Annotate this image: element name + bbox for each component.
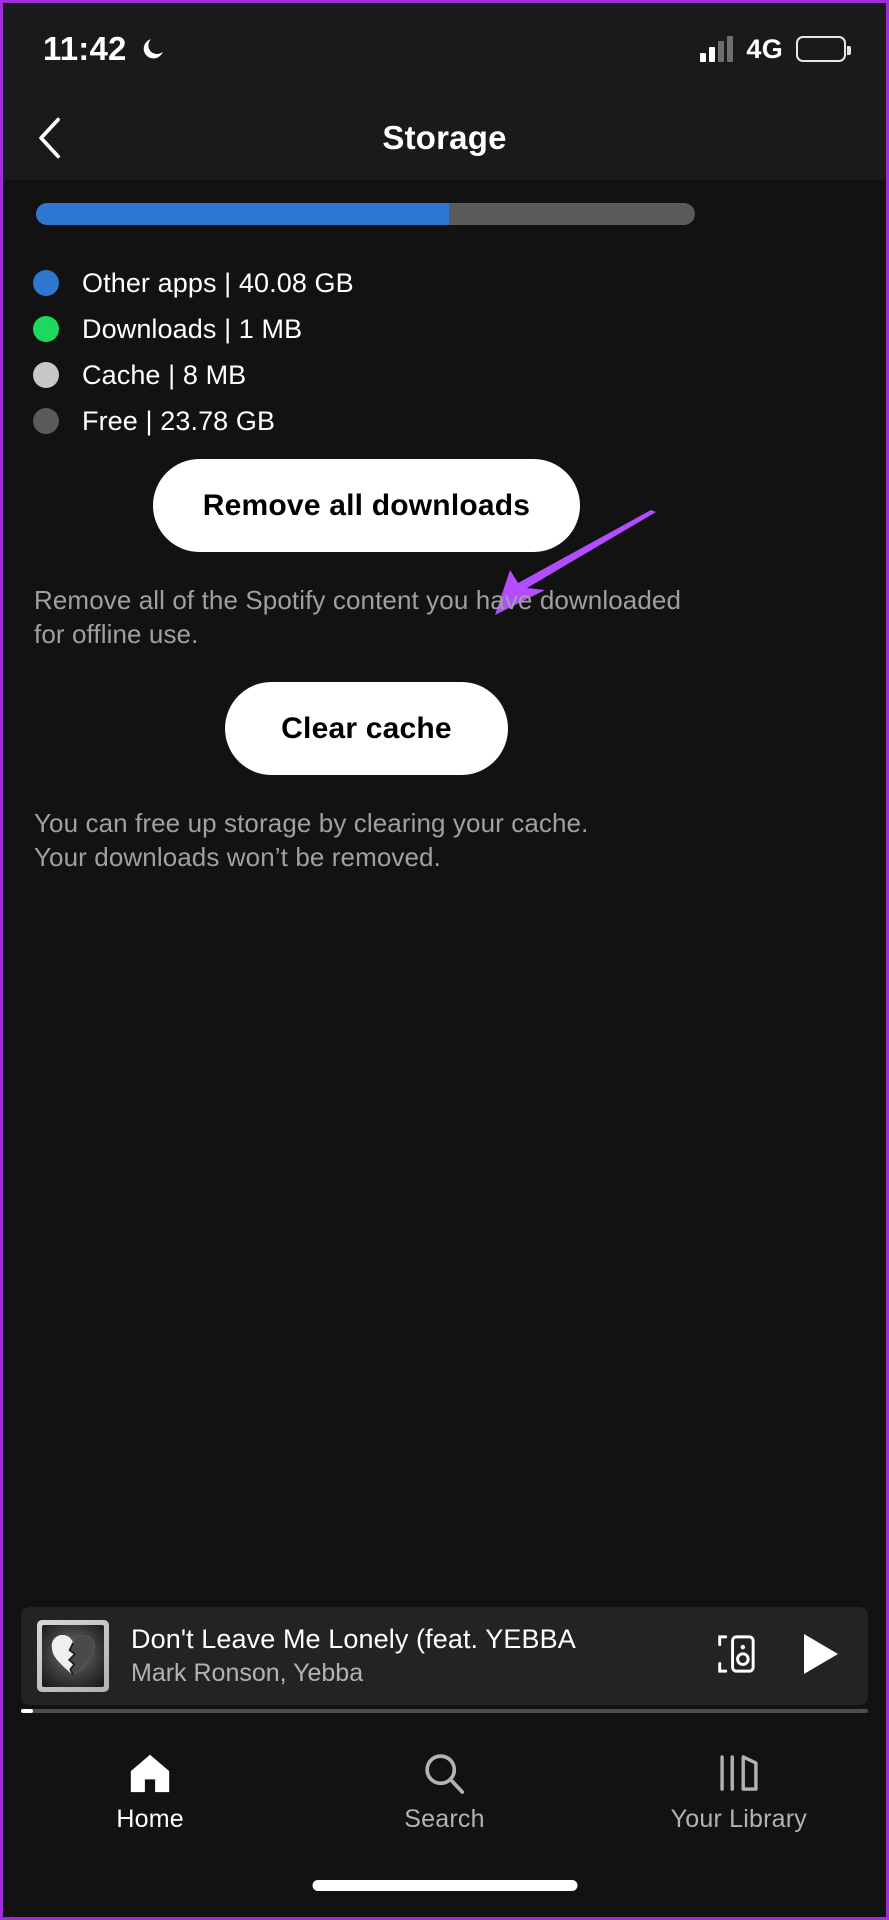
tab-home[interactable]: Home (4, 1751, 295, 1834)
legend-dot-cache (33, 362, 59, 388)
tab-label-search: Search (404, 1804, 485, 1833)
storage-legend: Other apps | 40.08 GB Downloads | 1 MB C… (33, 260, 354, 444)
track-progress-bar[interactable] (21, 1709, 868, 1713)
nav-header: Storage (3, 95, 886, 180)
album-art (37, 1620, 109, 1692)
bottom-tab-bar: Home Search Your Library (3, 1727, 886, 1857)
legend-label-downloads: Downloads | 1 MB (82, 313, 303, 344)
play-icon (804, 1633, 838, 1674)
legend-label-free: Free | 23.78 GB (82, 405, 276, 436)
clear-cache-button[interactable]: Clear cache (225, 682, 508, 775)
remove-downloads-description: Remove all of the Spotify content you ha… (34, 585, 682, 650)
storage-bar-used-segment (36, 203, 449, 225)
tab-label-your-library: Your Library (670, 1804, 807, 1833)
tab-label-home: Home (116, 1804, 184, 1833)
tab-search[interactable]: Search (299, 1751, 590, 1834)
library-icon (717, 1751, 761, 1795)
page-title: Storage (382, 118, 507, 156)
status-time: 11:42 (43, 30, 127, 67)
track-progress-fill (21, 1709, 33, 1713)
spotify-connect-button[interactable] (712, 1630, 760, 1683)
legend-label-other-apps: Other apps | 40.08 GB (82, 267, 354, 298)
home-indicator (312, 1880, 577, 1891)
status-bar: 11:42 4G (3, 3, 886, 95)
status-bar-right: 4G (700, 33, 851, 65)
now-playing-bar[interactable]: Don't Leave Me Lonely (feat. YEBBA Mark … (21, 1607, 868, 1705)
track-artist: Mark Ronson, Yebba (131, 1659, 364, 1687)
legend-item-free: Free | 23.78 GB (33, 398, 354, 444)
broken-heart-icon (51, 1635, 95, 1676)
tab-your-library[interactable]: Your Library (593, 1751, 884, 1834)
legend-dot-other-apps (33, 270, 59, 296)
legend-dot-downloads (33, 316, 59, 342)
legend-label-cache: Cache | 8 MB (82, 359, 247, 390)
home-icon (128, 1751, 172, 1795)
battery-icon (796, 36, 851, 62)
back-button[interactable] (25, 112, 77, 164)
clear-cache-description: You can free up storage by clearing your… (34, 808, 589, 873)
signal-bars-icon (700, 36, 734, 62)
legend-item-downloads: Downloads | 1 MB (33, 306, 354, 352)
legend-dot-free (33, 408, 59, 434)
play-button[interactable] (800, 1632, 840, 1681)
now-playing-text: Don't Leave Me Lonely (feat. YEBBA Mark … (131, 1624, 694, 1688)
moon-icon (140, 36, 166, 62)
chevron-left-icon (39, 117, 60, 158)
network-type-label: 4G (746, 33, 783, 64)
spotify-connect-icon (718, 1634, 755, 1673)
legend-item-cache: Cache | 8 MB (33, 352, 354, 398)
track-title: Don't Leave Me Lonely (feat. YEBBA (131, 1624, 576, 1654)
status-bar-left: 11:42 (43, 30, 166, 68)
legend-item-other-apps: Other apps | 40.08 GB (33, 260, 354, 306)
remove-all-downloads-button[interactable]: Remove all downloads (153, 459, 580, 552)
storage-usage-bar (36, 203, 695, 225)
search-icon (422, 1751, 466, 1795)
now-playing-actions (712, 1630, 852, 1683)
phone-screen: 11:42 4G Storage Other apps | 40.08 GB D… (0, 0, 889, 1920)
